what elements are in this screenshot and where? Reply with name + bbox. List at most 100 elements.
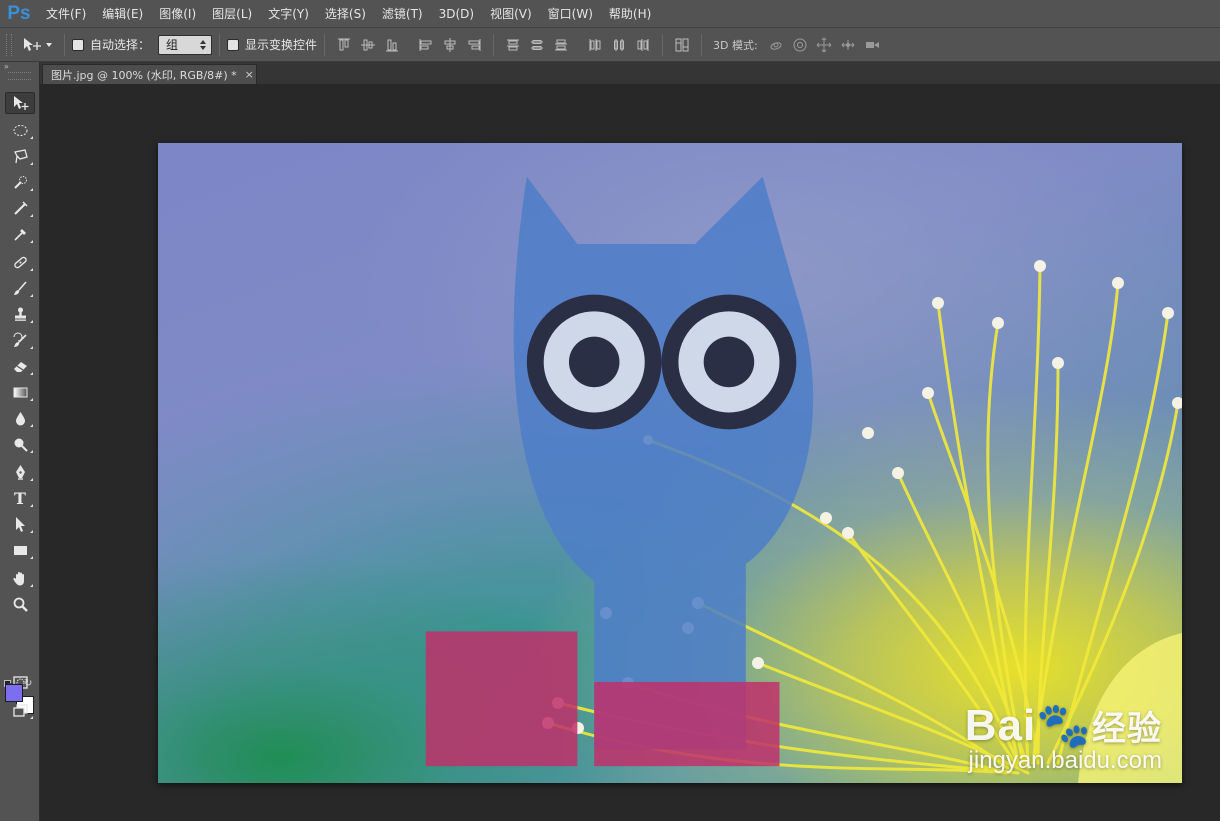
auto-align-icon xyxy=(675,38,689,51)
auto-select-checkbox[interactable] xyxy=(72,38,84,51)
distribute-top-button[interactable] xyxy=(501,33,525,57)
screen-mode-button[interactable] xyxy=(5,699,35,721)
3d-roll-button[interactable] xyxy=(788,33,812,57)
slide-icon xyxy=(841,39,855,50)
menu-edit[interactable]: 编辑(E) xyxy=(94,0,151,28)
distribute-right-button[interactable] xyxy=(631,33,655,57)
align-vcenter-button[interactable] xyxy=(356,33,380,57)
show-transform-label: 显示变换控件 xyxy=(245,38,318,52)
hand-tool[interactable] xyxy=(5,567,35,589)
tool-preset-picker[interactable] xyxy=(17,33,57,57)
separator xyxy=(662,33,664,56)
3d-orbit-button[interactable] xyxy=(764,33,788,57)
gradient-tool[interactable] xyxy=(5,381,35,403)
baidu-brand-suffix: 经验 xyxy=(1092,710,1162,748)
path-selection-tool[interactable] xyxy=(5,513,35,535)
move-tool[interactable] xyxy=(5,92,35,114)
auto-select-dropdown[interactable]: 组 xyxy=(158,34,213,55)
healing-brush-tool[interactable] xyxy=(5,251,35,273)
crop-icon xyxy=(13,200,28,215)
quick-selection-tool[interactable] xyxy=(5,171,35,193)
align-right-button[interactable] xyxy=(462,33,486,57)
distribute-vcenter-icon xyxy=(531,39,544,50)
separator xyxy=(493,33,495,56)
shape-tool[interactable] xyxy=(5,539,35,561)
dodge-tool[interactable] xyxy=(5,433,35,455)
close-tab-button[interactable]: × xyxy=(245,68,254,81)
auto-align-button[interactable] xyxy=(670,33,694,57)
updown-arrows-icon xyxy=(200,39,207,50)
align-hcenter-button[interactable] xyxy=(438,33,462,57)
blur-tool[interactable] xyxy=(5,407,35,429)
magnifier-icon xyxy=(13,597,28,612)
align-right-icon xyxy=(468,38,481,51)
menu-3d[interactable]: 3D(D) xyxy=(431,0,482,28)
eyedropper-tool[interactable] xyxy=(5,223,35,245)
toolbar-grip[interactable] xyxy=(8,72,31,80)
video-camera-icon xyxy=(865,41,879,48)
align-top-button[interactable] xyxy=(332,33,356,57)
screen-mode-icon xyxy=(12,703,28,717)
menu-bar: Ps 文件(F) 编辑(E) 图像(I) 图层(L) 文字(Y) 选择(S) 滤… xyxy=(0,0,1220,28)
document-tab[interactable]: 图片.jpg @ 100% (水印, RGB/8#) * × xyxy=(42,64,257,84)
distribute-bottom-button[interactable] xyxy=(549,33,573,57)
auto-select-label: 自动选择： xyxy=(90,38,151,52)
foreground-color-swatch[interactable] xyxy=(5,684,23,702)
baidu-brand-text: Bai xyxy=(964,701,1037,750)
elliptical-marquee-icon xyxy=(13,124,27,136)
canvas-area[interactable]: Bai🐾经验 jingyan.baidu.com xyxy=(40,84,1220,821)
zoom-tool[interactable] xyxy=(5,593,35,615)
gradient-icon xyxy=(13,387,27,397)
document-image[interactable]: Bai🐾经验 jingyan.baidu.com xyxy=(158,143,1182,783)
type-tool[interactable]: T xyxy=(5,487,35,509)
align-vcenter-icon xyxy=(361,39,376,50)
quick-selection-icon xyxy=(13,175,27,189)
separator xyxy=(324,33,326,56)
history-brush-icon xyxy=(13,332,27,347)
menu-image[interactable]: 图像(I) xyxy=(151,0,204,28)
3d-mode-label: 3D 模式: xyxy=(713,38,758,52)
menu-help[interactable]: 帮助(H) xyxy=(601,0,659,28)
pen-tool[interactable] xyxy=(5,461,35,483)
distribute-vcenter-button[interactable] xyxy=(525,33,549,57)
menu-layer[interactable]: 图层(L) xyxy=(204,0,260,28)
move-tool-icon xyxy=(24,37,41,51)
marquee-tool[interactable] xyxy=(5,119,35,141)
menu-window[interactable]: 窗口(W) xyxy=(540,0,601,28)
3d-scale-button[interactable] xyxy=(860,33,884,57)
options-grip[interactable] xyxy=(6,33,12,56)
align-left-button[interactable] xyxy=(414,33,438,57)
clone-stamp-tool[interactable] xyxy=(5,303,35,325)
distribute-hcenter-button[interactable] xyxy=(607,33,631,57)
align-top-icon xyxy=(338,38,351,50)
menu-filter[interactable]: 滤镜(T) xyxy=(374,0,431,28)
menu-file[interactable]: 文件(F) xyxy=(38,0,94,28)
hand-icon xyxy=(12,571,24,585)
dodge-icon xyxy=(14,438,28,452)
polygonal-lasso-icon xyxy=(13,148,28,163)
stamp-icon xyxy=(14,307,26,321)
show-transform-checkbox[interactable] xyxy=(227,38,240,51)
separator xyxy=(219,33,221,56)
menu-select[interactable]: 选择(S) xyxy=(317,0,374,28)
3d-slide-button[interactable] xyxy=(836,33,860,57)
3d-pan-button[interactable] xyxy=(812,33,836,57)
crop-tool[interactable] xyxy=(5,197,35,219)
lasso-tool[interactable] xyxy=(5,145,35,167)
collapse-panel-icon[interactable]: » xyxy=(0,62,39,72)
distribute-left-button[interactable] xyxy=(583,33,607,57)
pen-icon xyxy=(15,464,25,480)
distribute-left-icon xyxy=(589,38,601,51)
water-drop-icon xyxy=(15,411,25,425)
menu-type[interactable]: 文字(Y) xyxy=(260,0,317,28)
brush-tool[interactable] xyxy=(5,277,35,299)
eraser-icon xyxy=(13,361,27,372)
menu-view[interactable]: 视图(V) xyxy=(482,0,540,28)
chevron-down-icon xyxy=(46,42,52,47)
eyedropper-icon xyxy=(13,228,26,241)
document-tab-title: 图片.jpg @ 100% (水印, RGB/8#) * xyxy=(51,68,237,82)
paw-icon: 🐾 xyxy=(1036,701,1092,750)
history-brush-tool[interactable] xyxy=(5,329,35,351)
eraser-tool[interactable] xyxy=(5,355,35,377)
align-bottom-button[interactable] xyxy=(380,33,404,57)
